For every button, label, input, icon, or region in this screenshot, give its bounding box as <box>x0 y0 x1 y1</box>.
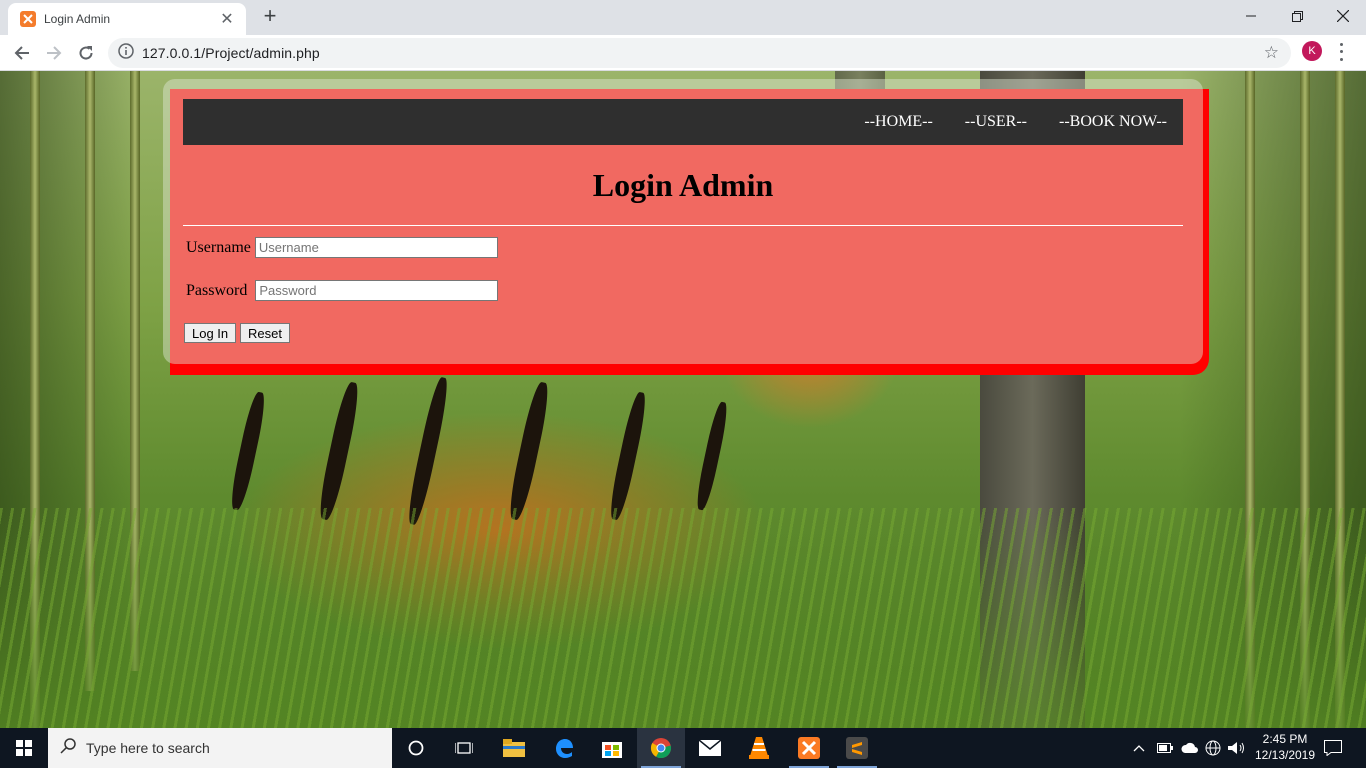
volume-icon[interactable] <box>1228 728 1246 768</box>
tiger-stripe <box>505 380 553 522</box>
tiger-stripe <box>315 380 363 522</box>
onedrive-icon[interactable] <box>1181 728 1199 768</box>
clock-time: 2:45 PM <box>1262 732 1308 746</box>
windows-start-icon[interactable] <box>0 728 48 768</box>
tab-title: Login Admin <box>44 12 111 26</box>
url-text[interactable]: 127.0.0.1/Project/admin.php <box>142 45 320 61</box>
taskbar: Type here to search 2:45 PM 12/13/2019 <box>0 728 1366 768</box>
tiger-stripe <box>606 390 650 522</box>
xampp-favicon-icon <box>20 11 36 27</box>
forward-icon[interactable] <box>40 39 68 67</box>
notifications-icon[interactable] <box>1324 728 1342 768</box>
search-placeholder: Type here to search <box>86 740 210 756</box>
task-view-icon[interactable] <box>440 728 488 768</box>
bookmark-star-icon[interactable]: ☆ <box>1264 43 1279 63</box>
password-label: Password <box>186 281 248 299</box>
login-panel: --HOME-- --USER-- --BOOK NOW-- Login Adm… <box>163 79 1203 364</box>
tab-strip: Login Admin ✕ + <box>0 0 1366 35</box>
file-explorer-icon[interactable] <box>490 728 538 768</box>
login-button[interactable]: Log In <box>184 323 237 343</box>
browser-menu-icon[interactable] <box>1334 41 1348 63</box>
page-title: Login Admin <box>592 167 774 203</box>
username-label: Username <box>186 238 251 256</box>
username-row: Username <box>186 237 498 258</box>
divider <box>183 225 1183 226</box>
new-tab-icon[interactable]: + <box>258 5 282 29</box>
password-field[interactable] <box>255 280 499 301</box>
tiger-stripe <box>404 375 452 527</box>
mail-icon[interactable] <box>686 728 734 768</box>
search-icon <box>60 737 76 759</box>
xampp-icon[interactable] <box>785 728 833 768</box>
nav-user-link[interactable]: --USER-- <box>965 113 1027 131</box>
top-navigation: --HOME-- --USER-- --BOOK NOW-- <box>183 99 1183 145</box>
username-field[interactable] <box>254 237 498 258</box>
grass-foreground <box>0 508 1366 728</box>
chrome-icon[interactable] <box>637 728 685 768</box>
tab-close-icon[interactable]: ✕ <box>218 9 236 29</box>
tiger-stripe <box>227 390 269 512</box>
profile-avatar[interactable]: K <box>1302 41 1322 61</box>
cortana-icon[interactable] <box>392 728 440 768</box>
edge-icon[interactable] <box>540 728 588 768</box>
nav-book-now-link[interactable]: --BOOK NOW-- <box>1059 113 1167 131</box>
page-background: --HOME-- --USER-- --BOOK NOW-- Login Adm… <box>0 71 1366 728</box>
password-row: Password <box>186 280 499 301</box>
restore-icon[interactable] <box>1274 0 1320 32</box>
network-globe-icon[interactable] <box>1205 728 1221 768</box>
reload-icon[interactable] <box>72 39 100 67</box>
clock-date: 12/13/2019 <box>1254 748 1316 762</box>
close-window-icon[interactable] <box>1320 0 1366 32</box>
info-icon[interactable] <box>118 42 134 64</box>
battery-icon[interactable] <box>1157 728 1173 768</box>
address-bar[interactable]: 127.0.0.1/Project/admin.php ☆ <box>108 38 1291 68</box>
browser-toolbar: 127.0.0.1/Project/admin.php ☆ K <box>0 35 1366 71</box>
taskbar-search[interactable]: Type here to search <box>48 728 392 768</box>
store-icon[interactable] <box>588 728 636 768</box>
nav-home-link[interactable]: --HOME-- <box>864 113 932 131</box>
system-clock[interactable]: 2:45 PM 12/13/2019 <box>1252 731 1318 763</box>
show-hidden-icons[interactable] <box>1133 728 1145 768</box>
back-icon[interactable] <box>8 39 36 67</box>
browser-tab[interactable]: Login Admin ✕ <box>8 3 246 35</box>
vlc-icon[interactable] <box>735 728 783 768</box>
tiger-stripe <box>693 400 731 512</box>
reset-button[interactable]: Reset <box>240 323 290 343</box>
sublime-text-icon[interactable] <box>833 728 881 768</box>
minimize-icon[interactable] <box>1228 0 1274 32</box>
